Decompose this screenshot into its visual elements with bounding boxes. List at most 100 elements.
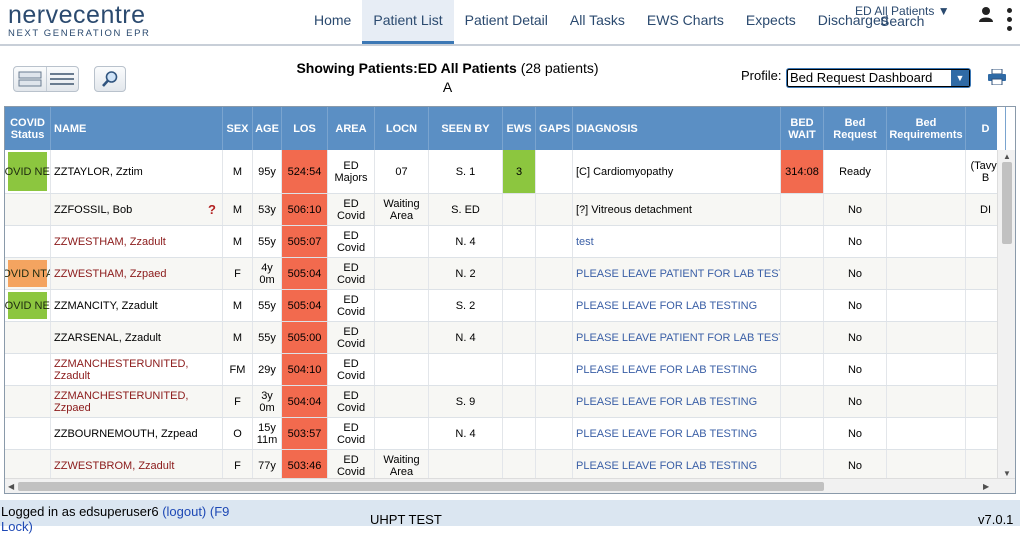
cell-area: ED Covid — [328, 258, 375, 289]
column-header-gaps[interactable]: GAPS — [536, 107, 573, 150]
column-header-los[interactable]: LOS — [282, 107, 328, 150]
cell-bed-request: No — [824, 290, 887, 321]
question-mark-icon[interactable]: ? — [208, 202, 216, 217]
cell-area: ED Covid — [328, 418, 375, 449]
cell-diagnosis[interactable]: PLEASE LEAVE FOR LAB TESTING — [573, 386, 781, 417]
cell-name[interactable]: ZZMANCITY, Zzadult — [51, 290, 223, 321]
column-header-age[interactable]: AGE — [253, 107, 282, 150]
column-header-bed-wait[interactable]: BED WAIT — [781, 107, 824, 150]
cell-seen-by — [429, 450, 503, 480]
printer-icon[interactable] — [987, 68, 1007, 86]
column-header-area[interactable]: AREA — [328, 107, 375, 150]
cell-diagnosis[interactable]: PLEASE LEAVE FOR LAB TESTING — [573, 418, 781, 449]
scroll-up-arrow-icon[interactable]: ▲ — [1003, 152, 1011, 161]
cell-diagnosis[interactable]: test — [573, 226, 781, 257]
covid-status-badge[interactable]: COVID NEG — [5, 152, 50, 191]
scroll-down-arrow-icon[interactable]: ▼ — [1003, 469, 1011, 478]
cell-name[interactable]: ZZMANCHESTERUNITED, Zzadult — [51, 354, 223, 385]
cell-bed-wait: 314:08 — [781, 150, 824, 193]
cell-diagnosis[interactable]: PLEASE LEAVE PATIENT FOR LAB TESTING — [573, 322, 781, 353]
cell-name[interactable]: ZZMANCHESTERUNITED, Zzpaed — [51, 386, 223, 417]
cell-diagnosis[interactable]: PLEASE LEAVE FOR LAB TESTING — [573, 290, 781, 321]
table-row[interactable]: ZZWESTHAM, Zzadult M 55y 505:07 ED Covid N. 4… — [5, 226, 997, 258]
showing-prefix: Showing Patients: — [296, 60, 418, 76]
nav-tab-patient-list[interactable]: Patient List — [362, 0, 454, 44]
horizontal-scroll-thumb[interactable] — [18, 482, 824, 491]
cell-ews — [503, 450, 536, 480]
table-row[interactable]: ZZARSENAL, Zzadult M 55y 505:00 ED Covid N. 4… — [5, 322, 997, 354]
cell-name[interactable]: ZZWESTHAM, Zzpaed — [51, 258, 223, 289]
column-header-covid-status[interactable]: COVID Status — [5, 107, 51, 150]
cell-age: 55y — [253, 226, 282, 257]
nav-tab-expects[interactable]: Expects — [735, 0, 807, 44]
cell-bed-request: Ready — [824, 150, 887, 193]
nav-tab-ews-charts[interactable]: EWS Charts — [636, 0, 735, 44]
cell-seen-by: S. ED — [429, 194, 503, 225]
table-row[interactable]: ZZFOSSIL, Bob M 53y 506:10 ED Covid Waiting A… — [5, 194, 997, 226]
cell-ews: 3 — [503, 150, 536, 193]
table-row[interactable]: ZZBOURNEMOUTH, Zzpead O 15y 11m 503:57 ED Co… — [5, 418, 997, 450]
horizontal-scrollbar[interactable]: ◀ ▶ — [5, 478, 1015, 493]
covid-status-badge[interactable]: COVID NTAP — [5, 260, 50, 287]
column-header-bed-requirements[interactable]: Bed Requirements — [887, 107, 966, 150]
cell-area: ED Covid — [328, 194, 375, 225]
column-header-ews[interactable]: EWS — [503, 107, 536, 150]
cell-area: ED Covid — [328, 322, 375, 353]
cell-los: 524:54 — [282, 150, 328, 193]
nav-tab-home[interactable]: Home — [303, 0, 362, 44]
profile-select[interactable]: Bed Request Dashboard ▼ — [787, 69, 970, 87]
cell-seen-by: N. 4 — [429, 322, 503, 353]
column-header-diagnosis[interactable]: DIAGNOSIS — [573, 107, 781, 150]
cell-diagnosis[interactable]: PLEASE LEAVE FOR LAB TESTING — [573, 354, 781, 385]
table-row[interactable]: ZZMANCHESTERUNITED, Zzadult FM 29y 504:10 ED… — [5, 354, 997, 386]
table-row[interactable]: ZZMANCHESTERUNITED, Zzpaed F 3y 0m 504:04 ED… — [5, 386, 997, 418]
column-header-sex[interactable]: SEX — [223, 107, 253, 150]
cell-name[interactable]: ZZWESTHAM, Zzadult — [51, 226, 223, 257]
column-header-seen-by[interactable]: SEEN BY — [429, 107, 503, 150]
column-header-bed-request[interactable]: Bed Request — [824, 107, 887, 150]
patient-list-grid: COVID Status NAME SEX AGE LOS AREA LOCN SEEN BY… — [4, 106, 1016, 494]
cell-sex: F — [223, 450, 253, 480]
cell-ews — [503, 290, 536, 321]
table-row[interactable]: COVID NEGZZMANCITY, ZzadultM55y505:04ED … — [5, 290, 997, 322]
cell-name[interactable]: ZZBOURNEMOUTH, Zzpead — [51, 418, 223, 449]
vertical-scroll-thumb[interactable] — [1002, 162, 1012, 244]
cell-name[interactable]: ZZARSENAL, Zzadult — [51, 322, 223, 353]
scroll-right-arrow-icon[interactable]: ▶ — [983, 482, 989, 491]
table-row[interactable]: COVID NEGZZTAYLOR, ZztimM95y524:54ED Maj… — [5, 150, 997, 194]
chevron-down-icon[interactable]: ▼ — [951, 70, 969, 86]
cell-name[interactable]: ZZFOSSIL, Bob — [51, 194, 223, 225]
cell-bed-request: No — [824, 226, 887, 257]
table-row[interactable]: COVID NTAPZZWESTHAM, ZzpaedF4y 0m505:04E… — [5, 258, 997, 290]
person-icon[interactable] — [978, 6, 994, 22]
cell-name[interactable]: ZZTAYLOR, Zztim — [51, 150, 223, 193]
cell-sex: F — [223, 258, 253, 289]
scroll-left-arrow-icon[interactable]: ◀ — [8, 482, 14, 491]
cell-age: 55y — [253, 290, 282, 321]
cell-bed-wait — [781, 386, 824, 417]
nav-tab-all-tasks[interactable]: All Tasks — [559, 0, 636, 44]
vertical-scrollbar[interactable]: ▲ ▼ — [997, 150, 1015, 480]
nav-tab-patient-detail[interactable]: Patient Detail — [454, 0, 559, 44]
cell-diagnosis[interactable]: PLEASE LEAVE PATIENT FOR LAB TESTING — [573, 258, 781, 289]
nervecentre-logo[interactable]: nervecentre NEXT GENERATION EPR — [8, 2, 150, 39]
kebab-menu-icon[interactable] — [1004, 8, 1014, 34]
cell-bed-req — [887, 354, 966, 385]
cell-locn: Waiting Area — [375, 194, 429, 225]
cell-gaps — [536, 322, 573, 353]
column-header-d[interactable]: D — [966, 107, 1006, 150]
column-header-name[interactable]: NAME — [51, 107, 223, 150]
cell-diagnosis[interactable]: PLEASE LEAVE FOR LAB TESTING — [573, 450, 781, 480]
column-header-locn[interactable]: LOCN — [375, 107, 429, 150]
cell-covid: COVID NEG — [5, 150, 51, 193]
logout-link[interactable]: (logout) — [162, 504, 206, 519]
cell-age: 15y 11m — [253, 418, 282, 449]
search-link[interactable]: Search — [880, 13, 924, 29]
cell-name[interactable]: ZZWESTBROM, Zzadult — [51, 450, 223, 480]
covid-status-badge[interactable]: COVID NEG — [5, 292, 50, 319]
cell-ews — [503, 258, 536, 289]
list-toolbar: Showing Patients:ED All Patients (28 pat… — [0, 48, 1020, 104]
cell-bed-wait — [781, 290, 824, 321]
table-row[interactable]: ZZWESTBROM, Zzadult F 77y 503:46 ED Covid Wai… — [5, 450, 997, 480]
cell-locn — [375, 322, 429, 353]
